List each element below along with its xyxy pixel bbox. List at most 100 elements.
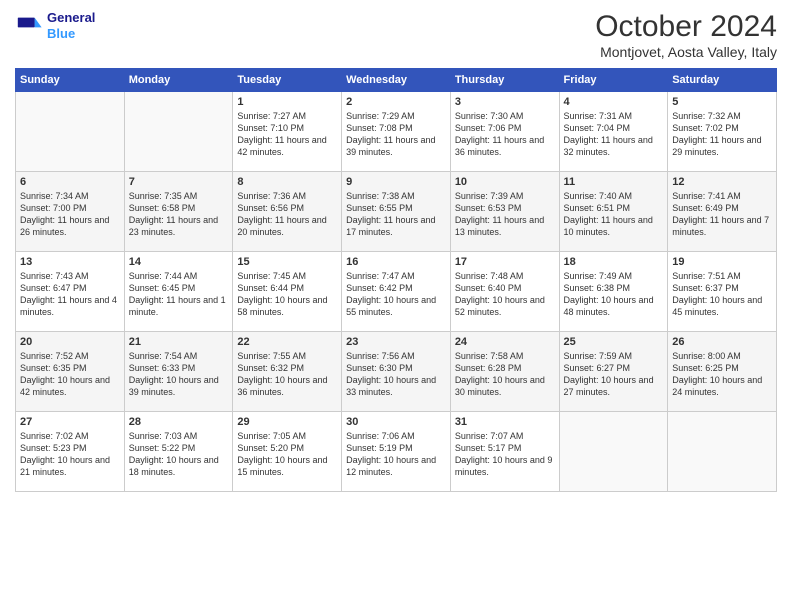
logo-text-blue: Blue — [47, 26, 95, 42]
calendar-day-cell: 18 Sunrise: 7:49 AMSunset: 6:38 PMDayligh… — [559, 252, 668, 332]
day-info: Sunrise: 7:29 AMSunset: 7:08 PMDaylight:… — [346, 110, 446, 159]
day-info: Sunrise: 7:59 AMSunset: 6:27 PMDaylight:… — [564, 350, 664, 399]
calendar-week-row: 13Sunrise: 7:43 AMSunset: 6:47 PMDayligh… — [16, 252, 777, 332]
day-info: Sunrise: 7:51 AMSunset: 6:37 PMDaylight:… — [672, 270, 772, 319]
day-number: 18 — [564, 256, 664, 268]
weekday-header: Tuesday — [233, 69, 342, 92]
day-info: Sunrise: 7:34 AMSunset: 7:00 PMDaylight:… — [20, 190, 120, 239]
day-number: 1 — [237, 96, 337, 108]
day-number: 17 — [455, 256, 555, 268]
day-info: Sunrise: 7:32 AMSunset: 7:02 PMDaylight:… — [672, 110, 772, 159]
day-number: 22 — [237, 336, 337, 348]
day-number: 14 — [129, 256, 229, 268]
day-number: 28 — [129, 416, 229, 428]
day-number: 15 — [237, 256, 337, 268]
day-number: 13 — [20, 256, 120, 268]
day-number: 7 — [129, 176, 229, 188]
day-number: 23 — [346, 336, 446, 348]
calendar-week-row: 6 Sunrise: 7:34 AMSunset: 7:00 PMDaylight… — [16, 172, 777, 252]
calendar-table: SundayMondayTuesdayWednesdayThursdayFrid… — [15, 68, 777, 492]
day-info: Sunrise: 7:55 AMSunset: 6:32 PMDaylight:… — [237, 350, 337, 399]
calendar-day-cell — [16, 92, 125, 172]
day-info: Sunrise: 7:41 AMSunset: 6:49 PMDaylight:… — [672, 190, 772, 239]
calendar-week-row: 1 Sunrise: 7:27 AMSunset: 7:10 PMDaylight… — [16, 92, 777, 172]
weekday-header: Monday — [124, 69, 233, 92]
calendar-day-cell: 16Sunrise: 7:47 AMSunset: 6:42 PMDayligh… — [342, 252, 451, 332]
calendar-day-cell: 6 Sunrise: 7:34 AMSunset: 7:00 PMDaylight… — [16, 172, 125, 252]
day-info: Sunrise: 7:06 AMSunset: 5:19 PMDaylight:… — [346, 430, 446, 479]
day-number: 26 — [672, 336, 772, 348]
calendar-day-cell: 2 Sunrise: 7:29 AMSunset: 7:08 PMDaylight… — [342, 92, 451, 172]
weekday-header: Saturday — [668, 69, 777, 92]
weekday-header: Friday — [559, 69, 668, 92]
day-number: 10 — [455, 176, 555, 188]
calendar-day-cell: 15 Sunrise: 7:45 AMSunset: 6:44 PMDayligh… — [233, 252, 342, 332]
calendar-day-cell: 11 Sunrise: 7:40 AMSunset: 6:51 PMDayligh… — [559, 172, 668, 252]
calendar-week-row: 20Sunrise: 7:52 AMSunset: 6:35 PMDayligh… — [16, 332, 777, 412]
calendar-day-cell: 5 Sunrise: 7:32 AMSunset: 7:02 PMDaylight… — [668, 92, 777, 172]
weekday-header: Wednesday — [342, 69, 451, 92]
day-info: Sunrise: 7:07 AMSunset: 5:17 PMDaylight:… — [455, 430, 555, 479]
calendar-day-cell: 8 Sunrise: 7:36 AMSunset: 6:56 PMDaylight… — [233, 172, 342, 252]
location: Montjovet, Aosta Valley, Italy — [595, 44, 777, 60]
calendar-day-cell — [559, 412, 668, 492]
calendar-day-cell: 13Sunrise: 7:43 AMSunset: 6:47 PMDayligh… — [16, 252, 125, 332]
weekday-header: Thursday — [450, 69, 559, 92]
calendar-day-cell: 20Sunrise: 7:52 AMSunset: 6:35 PMDayligh… — [16, 332, 125, 412]
header: General Blue October 2024 Montjovet, Aos… — [15, 10, 777, 60]
day-number: 24 — [455, 336, 555, 348]
day-info: Sunrise: 7:39 AMSunset: 6:53 PMDaylight:… — [455, 190, 555, 239]
day-number: 31 — [455, 416, 555, 428]
weekday-header: Sunday — [16, 69, 125, 92]
day-info: Sunrise: 7:54 AMSunset: 6:33 PMDaylight:… — [129, 350, 229, 399]
day-info: Sunrise: 7:27 AMSunset: 7:10 PMDaylight:… — [237, 110, 337, 159]
calendar-day-cell: 1 Sunrise: 7:27 AMSunset: 7:10 PMDaylight… — [233, 92, 342, 172]
calendar-day-cell: 4 Sunrise: 7:31 AMSunset: 7:04 PMDaylight… — [559, 92, 668, 172]
calendar-day-cell: 28 Sunrise: 7:03 AMSunset: 5:22 PMDayligh… — [124, 412, 233, 492]
calendar-day-cell — [124, 92, 233, 172]
month-title: October 2024 — [595, 10, 777, 44]
day-info: Sunrise: 7:36 AMSunset: 6:56 PMDaylight:… — [237, 190, 337, 239]
logo-icon — [15, 12, 43, 40]
day-number: 4 — [564, 96, 664, 108]
day-number: 6 — [20, 176, 120, 188]
calendar-day-cell: 27Sunrise: 7:02 AMSunset: 5:23 PMDayligh… — [16, 412, 125, 492]
day-number: 25 — [564, 336, 664, 348]
day-info: Sunrise: 7:02 AMSunset: 5:23 PMDaylight:… — [20, 430, 120, 479]
day-info: Sunrise: 7:38 AMSunset: 6:55 PMDaylight:… — [346, 190, 446, 239]
day-info: Sunrise: 7:45 AMSunset: 6:44 PMDaylight:… — [237, 270, 337, 319]
day-number: 29 — [237, 416, 337, 428]
day-number: 3 — [455, 96, 555, 108]
day-info: Sunrise: 7:49 AMSunset: 6:38 PMDaylight:… — [564, 270, 664, 319]
calendar-day-cell: 31 Sunrise: 7:07 AMSunset: 5:17 PMDayligh… — [450, 412, 559, 492]
day-number: 12 — [672, 176, 772, 188]
day-info: Sunrise: 7:44 AMSunset: 6:45 PMDaylight:… — [129, 270, 229, 319]
calendar-day-cell: 7Sunrise: 7:35 AMSunset: 6:58 PMDaylight… — [124, 172, 233, 252]
calendar-day-cell: 26 Sunrise: 8:00 AMSunset: 6:25 PMDayligh… — [668, 332, 777, 412]
calendar-day-cell: 14 Sunrise: 7:44 AMSunset: 6:45 PMDayligh… — [124, 252, 233, 332]
day-info: Sunrise: 8:00 AMSunset: 6:25 PMDaylight:… — [672, 350, 772, 399]
day-number: 5 — [672, 96, 772, 108]
calendar-day-cell: 9 Sunrise: 7:38 AMSunset: 6:55 PMDaylight… — [342, 172, 451, 252]
day-number: 8 — [237, 176, 337, 188]
day-number: 2 — [346, 96, 446, 108]
calendar-day-cell: 25 Sunrise: 7:59 AMSunset: 6:27 PMDayligh… — [559, 332, 668, 412]
day-number: 9 — [346, 176, 446, 188]
calendar-day-cell: 19Sunrise: 7:51 AMSunset: 6:37 PMDayligh… — [668, 252, 777, 332]
calendar-day-cell: 30Sunrise: 7:06 AMSunset: 5:19 PMDayligh… — [342, 412, 451, 492]
day-info: Sunrise: 7:05 AMSunset: 5:20 PMDaylight:… — [237, 430, 337, 479]
calendar-day-cell: 12 Sunrise: 7:41 AMSunset: 6:49 PMDayligh… — [668, 172, 777, 252]
calendar-week-row: 27Sunrise: 7:02 AMSunset: 5:23 PMDayligh… — [16, 412, 777, 492]
day-number: 11 — [564, 176, 664, 188]
calendar-day-cell: 23Sunrise: 7:56 AMSunset: 6:30 PMDayligh… — [342, 332, 451, 412]
calendar-day-cell: 24 Sunrise: 7:58 AMSunset: 6:28 PMDayligh… — [450, 332, 559, 412]
day-info: Sunrise: 7:58 AMSunset: 6:28 PMDaylight:… — [455, 350, 555, 399]
calendar-day-cell — [668, 412, 777, 492]
logo: General Blue — [15, 10, 95, 41]
day-info: Sunrise: 7:03 AMSunset: 5:22 PMDaylight:… — [129, 430, 229, 479]
calendar-day-cell: 17Sunrise: 7:48 AMSunset: 6:40 PMDayligh… — [450, 252, 559, 332]
day-info: Sunrise: 7:31 AMSunset: 7:04 PMDaylight:… — [564, 110, 664, 159]
day-number: 16 — [346, 256, 446, 268]
calendar-day-cell: 3Sunrise: 7:30 AMSunset: 7:06 PMDaylight… — [450, 92, 559, 172]
day-info: Sunrise: 7:40 AMSunset: 6:51 PMDaylight:… — [564, 190, 664, 239]
